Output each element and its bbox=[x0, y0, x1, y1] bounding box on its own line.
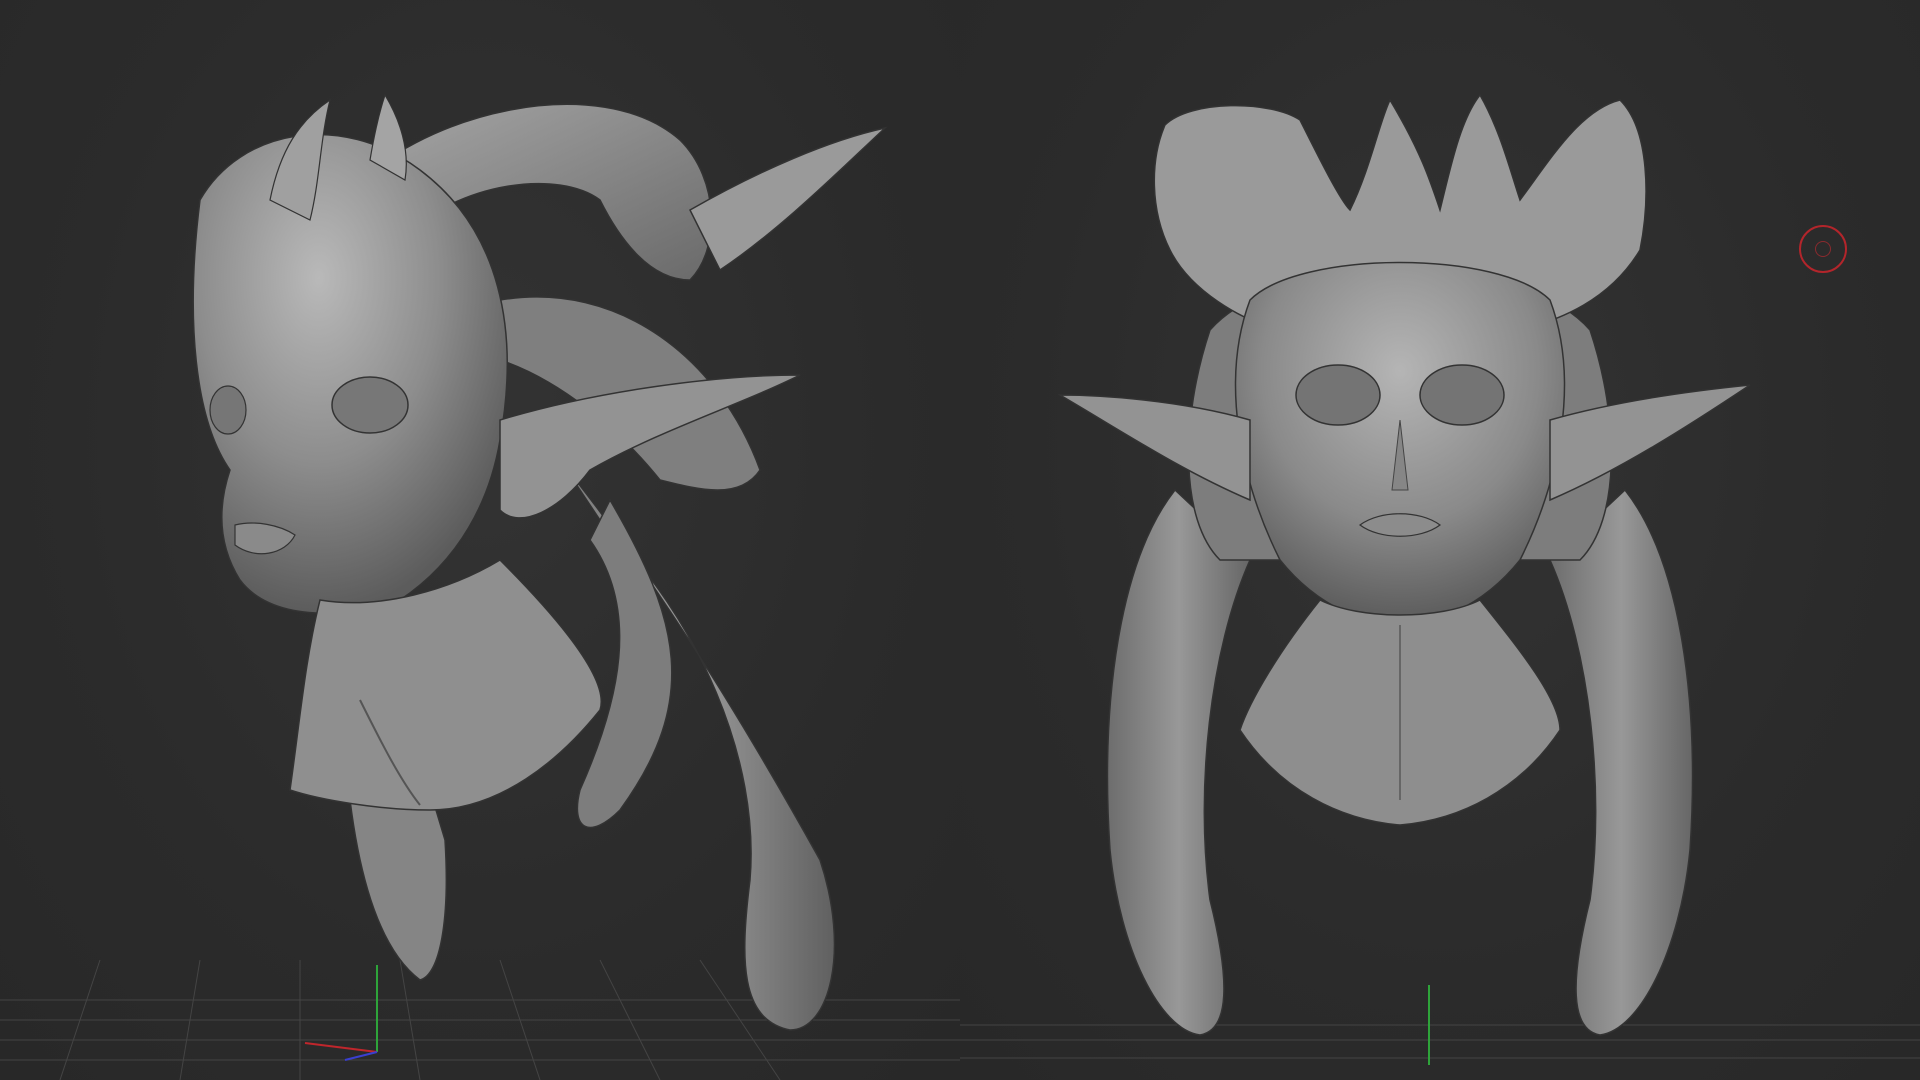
brush-inner-ring bbox=[1815, 241, 1831, 257]
circle-brush-icon[interactable] bbox=[1799, 225, 1847, 273]
sculpt-model-right[interactable] bbox=[1057, 93, 1751, 1036]
sculpt-model-left[interactable] bbox=[192, 93, 888, 1031]
viewport-right[interactable] bbox=[960, 0, 1920, 1080]
dual-viewport[interactable] bbox=[0, 0, 1920, 1080]
viewport-left[interactable] bbox=[0, 0, 960, 1080]
floor-grid-front bbox=[960, 1024, 1920, 1059]
xyz-axis-icon bbox=[304, 965, 378, 1061]
sculpt-canvas-right[interactable] bbox=[960, 0, 1920, 1080]
sculpt-canvas-left[interactable] bbox=[0, 0, 960, 1080]
